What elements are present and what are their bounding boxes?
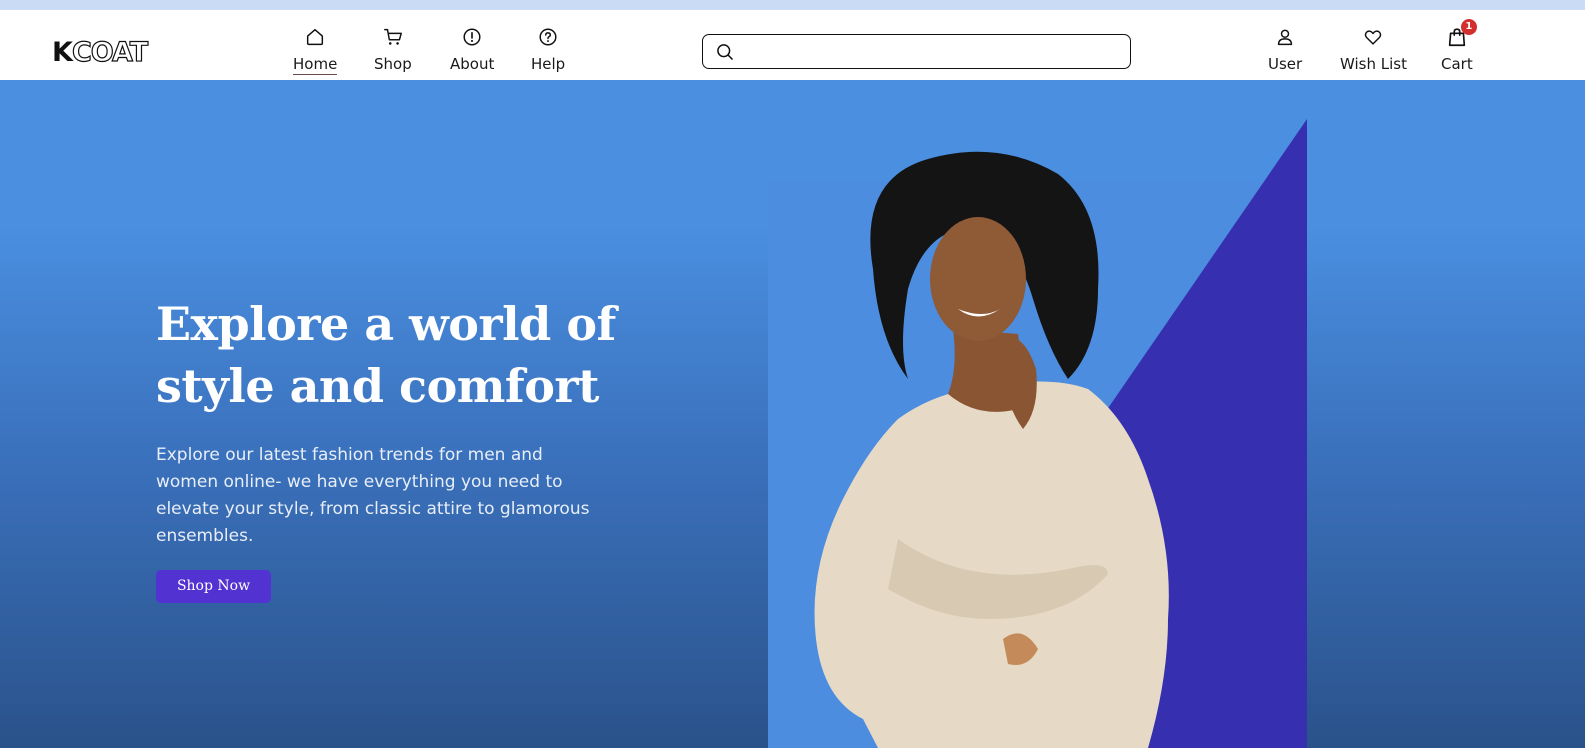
- navbar: K COAT Home Shop About Help User Wish Li…: [0, 10, 1585, 80]
- nav-help-label: Help: [531, 55, 566, 73]
- cart-icon: [383, 28, 402, 45]
- nav-shop-label: Shop: [374, 55, 412, 73]
- hero-model-image: [768, 119, 1307, 748]
- search-bar[interactable]: [702, 34, 1131, 69]
- search-icon[interactable]: [715, 42, 735, 62]
- logo-outline-letters: COAT: [71, 37, 148, 68]
- heart-icon: [1365, 30, 1382, 45]
- cart-count-badge: 1: [1460, 19, 1477, 35]
- search-input[interactable]: [743, 38, 1130, 65]
- user-button[interactable]: User: [1268, 26, 1302, 73]
- cart-button[interactable]: 1 Cart: [1441, 19, 1477, 73]
- hero-subtext: Explore our latest fashion trends for me…: [156, 445, 590, 546]
- nav-help[interactable]: Help: [531, 26, 565, 73]
- user-label: User: [1268, 55, 1303, 73]
- face-shape: [930, 217, 1026, 341]
- help-icon: [539, 28, 557, 46]
- nav-about-label: About: [450, 55, 495, 73]
- nav-about[interactable]: About: [450, 26, 494, 73]
- hero-section: Explore a world of style and comfort Exp…: [0, 80, 1585, 748]
- browser-top-strip: [0, 0, 1585, 10]
- hero-headline: Explore a world of style and comfort: [156, 297, 616, 413]
- nav-home-label: Home: [293, 55, 338, 75]
- dress-shape: [814, 381, 1169, 748]
- nav-shop[interactable]: Shop: [374, 26, 412, 73]
- nav-home[interactable]: Home: [293, 26, 338, 75]
- wishlist-button[interactable]: Wish List: [1340, 26, 1407, 73]
- model-illustration: [814, 119, 1307, 748]
- user-icon: [1277, 29, 1293, 46]
- shop-now-button[interactable]: Shop Now: [156, 570, 271, 603]
- wishlist-label: Wish List: [1340, 55, 1407, 73]
- logo-solid-letter: K: [52, 37, 73, 68]
- logo[interactable]: K COAT: [52, 34, 149, 68]
- info-icon: [463, 28, 481, 46]
- home-icon: [307, 28, 324, 46]
- cart-label: Cart: [1441, 55, 1473, 73]
- cart-icon-wrap: 1: [1446, 19, 1477, 48]
